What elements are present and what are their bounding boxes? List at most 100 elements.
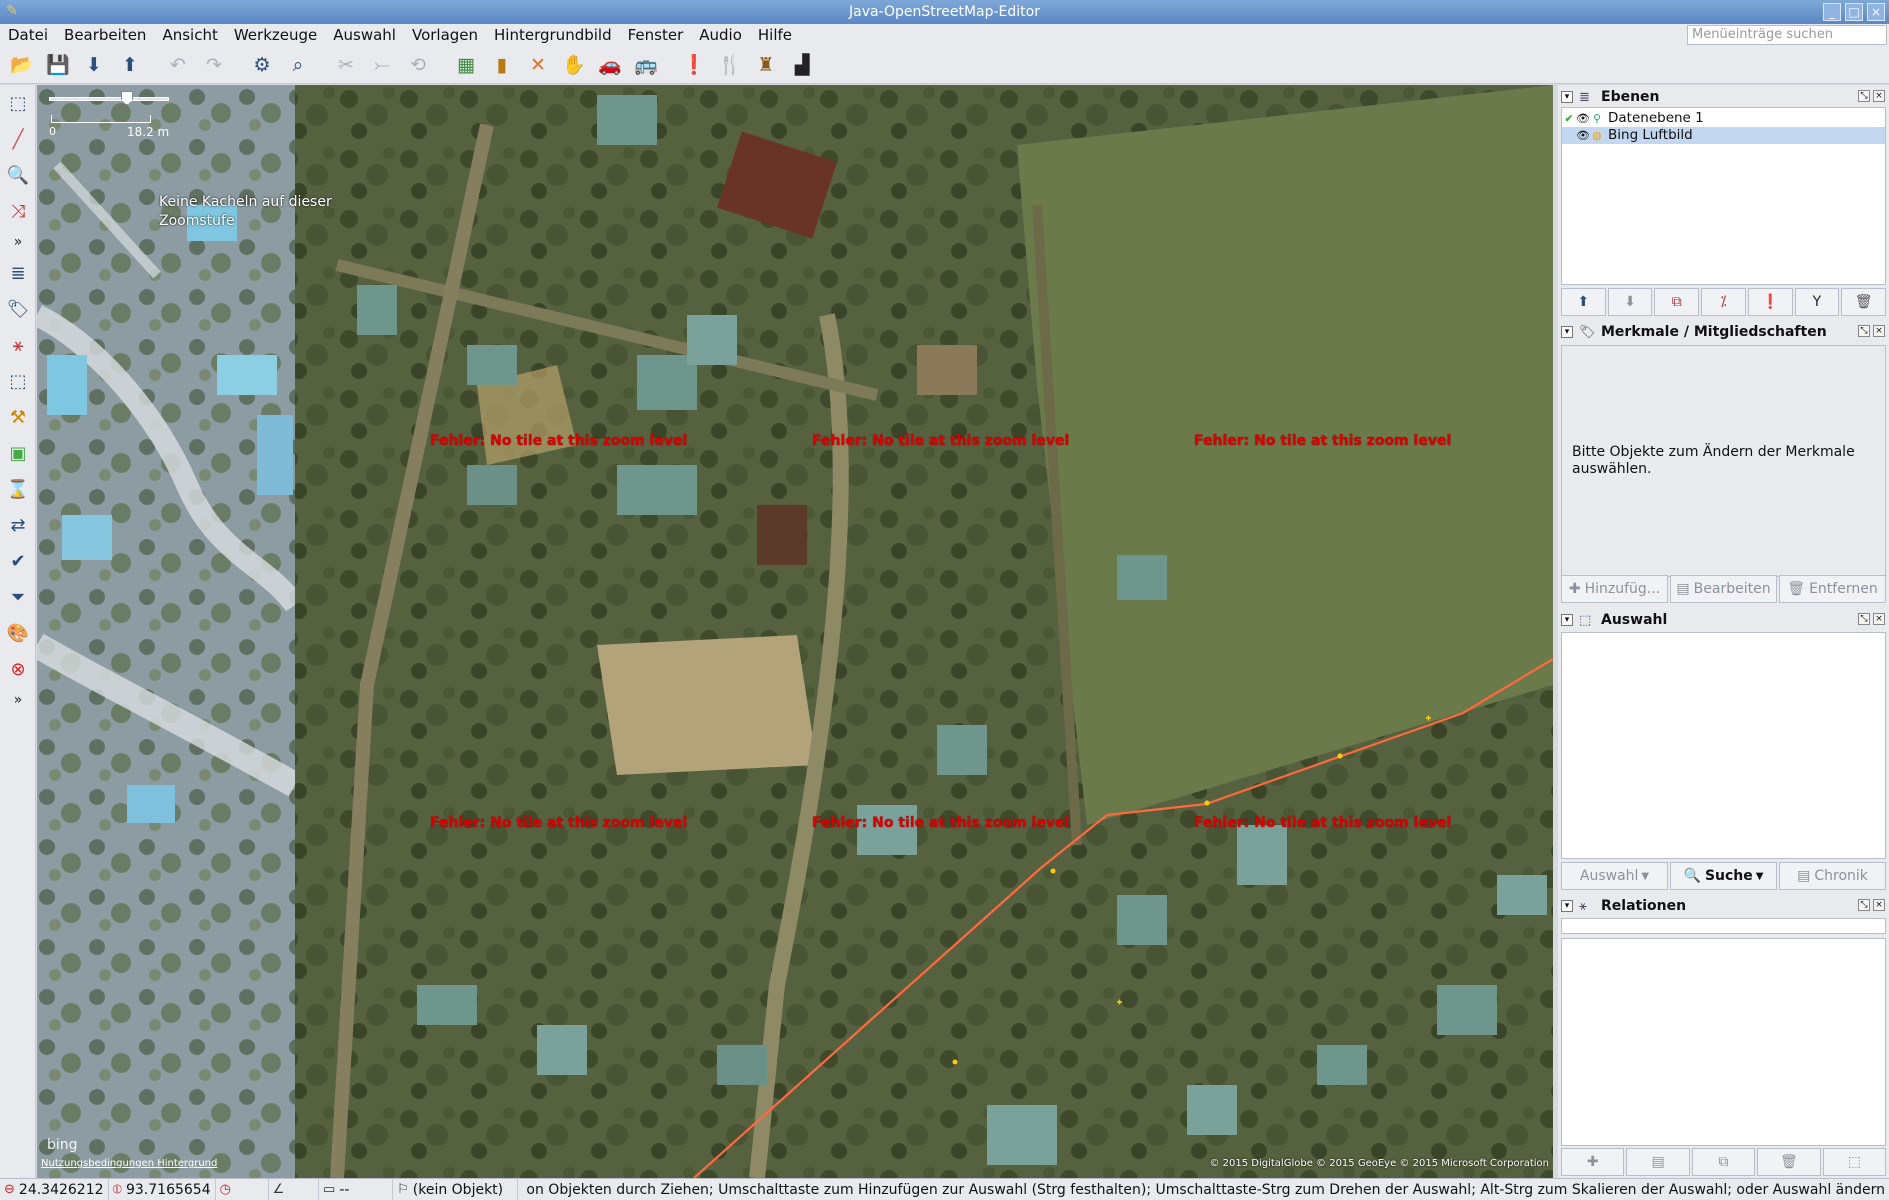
upload-icon[interactable]: ⬆ xyxy=(114,49,146,81)
undo-icon[interactable]: ↶ xyxy=(162,49,194,81)
reverse-icon[interactable]: ⟲ xyxy=(402,49,434,81)
relations-filter-input[interactable] xyxy=(1561,918,1886,934)
save-icon[interactable]: 💾 xyxy=(42,49,74,81)
close-panel-icon[interactable]: × xyxy=(1873,613,1885,625)
conflict-panel-icon[interactable]: ⇄ xyxy=(0,507,36,543)
tag-icon: 🏷 xyxy=(1579,324,1596,340)
draw-tool-icon[interactable]: ╱ xyxy=(0,121,36,157)
layer-row[interactable]: ✔ 👁 ⚲ Datenebene 1 xyxy=(1562,110,1885,127)
download-icon[interactable]: ⬇ xyxy=(78,49,110,81)
move-down-button[interactable]: ⬇ xyxy=(1607,288,1653,316)
bus-icon[interactable]: 🚌 xyxy=(630,49,662,81)
tags-panel-icon[interactable]: 🏷 xyxy=(0,291,36,327)
combine-icon[interactable]: ⤚ xyxy=(366,49,398,81)
tags-button-row: ✚ Hinzufüg... ▤ Bearbeiten 🗑 Entfernen xyxy=(1561,575,1886,603)
duplicate-relation-button[interactable]: ⧉ xyxy=(1691,1148,1756,1176)
pin-icon[interactable]: ⤡ xyxy=(1858,899,1870,911)
map-paint-icon[interactable]: 🎨 xyxy=(0,615,36,651)
select-members-button[interactable]: ⬚ xyxy=(1822,1148,1887,1176)
factory-icon[interactable]: ▟ xyxy=(786,49,818,81)
pin-icon[interactable]: ⤡ xyxy=(1858,613,1870,625)
menu-bearbeiten[interactable]: Bearbeiten xyxy=(56,25,154,45)
layers-panel-icon[interactable]: ≣ xyxy=(0,255,36,291)
search-button-label: Suche xyxy=(1704,868,1753,884)
pin-icon[interactable]: ⤡ xyxy=(1858,90,1870,102)
history-panel-icon[interactable]: ⌛ xyxy=(0,471,36,507)
layers-panel-header[interactable]: ▾ ≣ Ebenen ⤡ × xyxy=(1558,87,1889,107)
menu-auswahl[interactable]: Auswahl xyxy=(325,25,404,45)
menu-fenster[interactable]: Fenster xyxy=(620,25,692,45)
preferences-icon[interactable]: ⚙ xyxy=(246,49,278,81)
delete-layer-button[interactable]: 🗑 xyxy=(1841,288,1887,316)
edit-relation-button[interactable]: ▤ xyxy=(1626,1148,1690,1176)
add-tag-button[interactable]: ✚ Hinzufüg... xyxy=(1561,575,1668,603)
pin-icon[interactable]: ⤡ xyxy=(1858,325,1870,337)
toolbar-separator xyxy=(318,50,326,80)
edit-tag-button[interactable]: ▤ Bearbeiten xyxy=(1670,575,1777,603)
search-icon[interactable]: ⌕ xyxy=(282,49,314,81)
crossing-icon[interactable]: ✕ xyxy=(522,49,554,81)
close-panel-icon[interactable]: × xyxy=(1873,90,1885,102)
filter-panel-icon[interactable]: ⚒ xyxy=(0,399,36,435)
car-icon[interactable]: 🚗 xyxy=(594,49,626,81)
selection-panel-icon[interactable]: ⬚ xyxy=(0,363,36,399)
open-icon[interactable]: 📂 xyxy=(6,49,38,81)
menu-vorlagen[interactable]: Vorlagen xyxy=(404,25,486,45)
menu-hilfe[interactable]: Hilfe xyxy=(750,25,800,45)
validation-panel-icon[interactable]: ✔ xyxy=(0,543,36,579)
split-way-icon[interactable]: ✂ xyxy=(330,49,362,81)
menu-werkzeuge[interactable]: Werkzeuge xyxy=(226,25,325,45)
close-button[interactable]: × xyxy=(1867,3,1885,21)
minimize-button[interactable]: _ xyxy=(1823,3,1841,21)
move-up-button[interactable]: ⬆ xyxy=(1561,288,1606,316)
history-button[interactable]: ▤ Chronik xyxy=(1779,862,1886,890)
selection-dropdown-button[interactable]: Auswahl ▼ xyxy=(1561,862,1668,890)
more-panels-icon[interactable]: » xyxy=(0,687,36,713)
visibility-eye-icon[interactable]: 👁 xyxy=(1576,127,1590,144)
hand-icon[interactable]: ✋ xyxy=(558,49,590,81)
merge-layers-button[interactable]: ⧉ xyxy=(1654,288,1700,316)
delete-relation-button[interactable]: 🗑 xyxy=(1757,1148,1821,1176)
collapse-toggle-icon[interactable]: ▾ xyxy=(1561,91,1573,103)
menu-ansicht[interactable]: Ansicht xyxy=(154,25,225,45)
map-view[interactable]: 0 18.2 m Keine Kacheln auf dieser Zoomst… xyxy=(37,85,1553,1178)
zoom-slider[interactable] xyxy=(49,97,169,101)
relations-panel-header[interactable]: ▾ ⚹ Relationen ⤡ × xyxy=(1558,896,1889,916)
delete-tag-button[interactable]: 🗑 Entfernen xyxy=(1779,575,1886,603)
filter-button[interactable]: Y xyxy=(1794,288,1840,316)
menu-hintergrundbild[interactable]: Hintergrundbild xyxy=(486,25,620,45)
collapse-toggle-icon[interactable]: ▾ xyxy=(1561,900,1573,912)
select-tool-icon[interactable]: ⬚ xyxy=(0,85,36,121)
collapse-toggle-icon[interactable]: ▾ xyxy=(1561,326,1573,338)
more-tools-icon[interactable]: » xyxy=(0,229,36,255)
redo-icon[interactable]: ↷ xyxy=(198,49,230,81)
tags-panel-header[interactable]: ▾ 🏷 Merkmale / Mitgliedschaften ⤡ × xyxy=(1558,322,1889,342)
layer-row-selected[interactable]: 👁 ◍ Bing Luftbild xyxy=(1562,127,1885,144)
close-panel-icon[interactable]: × xyxy=(1873,325,1885,337)
imagery-icon[interactable]: ▦ xyxy=(450,49,482,81)
visibility-eye-icon[interactable]: 👁 xyxy=(1576,110,1590,127)
warning-icon[interactable]: ❗ xyxy=(678,49,710,81)
selection-panel-header[interactable]: ▾ ⬚ Auswahl ⤡ × xyxy=(1558,610,1889,630)
search-dropdown-button[interactable]: 🔍 Suche ▼ xyxy=(1670,862,1777,890)
menu-search-input[interactable]: Menüeinträge suchen xyxy=(1687,25,1887,45)
imagery-panel-icon[interactable]: ▣ xyxy=(0,435,36,471)
menu-datei[interactable]: Datei xyxy=(0,25,56,45)
menu-audio[interactable]: Audio xyxy=(691,25,750,45)
zoom-tool-icon[interactable]: 🔍 xyxy=(0,157,36,193)
improve-way-tool-icon[interactable]: ⤨ xyxy=(0,193,36,229)
relations-panel-icon[interactable]: ⚹ xyxy=(0,327,36,363)
castle-icon[interactable]: ♜ xyxy=(750,49,782,81)
info-button[interactable]: ❗ xyxy=(1747,288,1793,316)
close-panel-icon[interactable]: × xyxy=(1873,899,1885,911)
window-title: Java-OpenStreetMap-Editor xyxy=(849,4,1040,20)
toggle-opacity-button[interactable]: ⁒ xyxy=(1701,288,1746,316)
filter-icon[interactable]: ⏷ xyxy=(0,579,36,615)
amenity-icon[interactable]: 🍴 xyxy=(714,49,746,81)
building-icon[interactable]: ▮ xyxy=(486,49,518,81)
maximize-button[interactable]: □ xyxy=(1845,3,1863,21)
notes-icon[interactable]: ⊗ xyxy=(0,651,36,687)
terms-link[interactable]: Nutzungsbedingungen Hintergrund xyxy=(41,1158,217,1169)
collapse-toggle-icon[interactable]: ▾ xyxy=(1561,614,1573,626)
add-relation-button[interactable]: ✚ xyxy=(1561,1148,1625,1176)
